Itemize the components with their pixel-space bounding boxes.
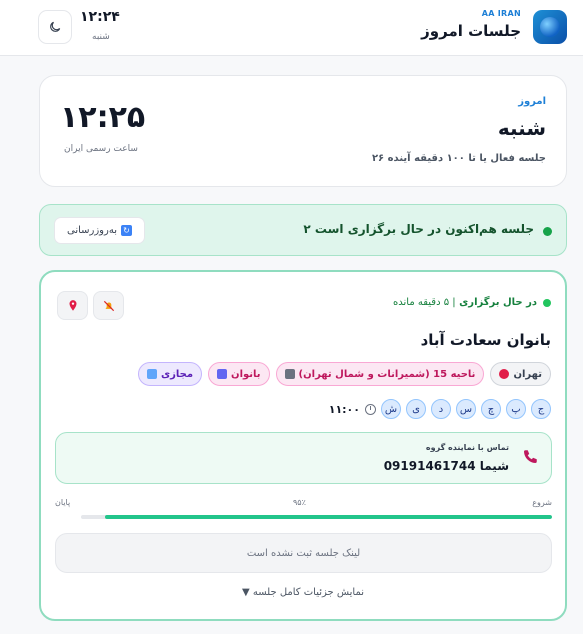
map-pin-icon bbox=[69, 300, 77, 311]
status-dot bbox=[543, 299, 551, 307]
woman-icon bbox=[217, 369, 228, 379]
remaining-time: | ۵ دقیقه مانده bbox=[393, 297, 456, 308]
today-label: امروز bbox=[518, 96, 546, 107]
theme-toggle-button[interactable] bbox=[38, 10, 72, 44]
status-badge: در حال برگزاری | ۵ دقیقه مانده bbox=[393, 297, 537, 308]
schedule-row: ۱۱:۰۰ ش ی د س چ پ ج bbox=[326, 399, 551, 419]
brand-small: AA IRAN bbox=[481, 9, 521, 18]
pin-icon bbox=[499, 369, 510, 379]
contact-label: تماس با نماینده گروه bbox=[425, 443, 509, 452]
today-day: شنبه bbox=[497, 116, 546, 140]
session-title: بانوان سعادت آباد bbox=[420, 331, 551, 349]
day-chip: چ bbox=[481, 399, 501, 419]
tag-women: بانوان bbox=[208, 362, 270, 386]
tag-region: ناحیه 15 (شمیرانات و شمال تهران) bbox=[275, 362, 485, 386]
session-card: در حال برگزاری | ۵ دقیقه مانده بانوان سع… bbox=[39, 270, 567, 621]
top-bar: AA IRAN جلسات امروز ۱۲:۲۴ شنبه bbox=[0, 0, 583, 56]
laptop-icon bbox=[146, 369, 157, 379]
session-tags: مجازی بانوان ناحیه 15 (شمیرانات و شمال ت… bbox=[137, 362, 551, 386]
day-chip: د bbox=[431, 399, 451, 419]
live-text: ۲ جلسه هم‌اکنون در حال برگزاری است bbox=[303, 222, 534, 236]
tag-virtual: مجازی bbox=[137, 362, 203, 386]
day-chip: ج bbox=[531, 399, 551, 419]
region-icon bbox=[284, 369, 295, 379]
session-count: ۲۶ جلسه فعال یا تا ۱۰۰ دقیقه آینده bbox=[371, 153, 546, 164]
progress-fill bbox=[104, 515, 552, 519]
clock-icon bbox=[365, 403, 376, 415]
tag-city: تهران bbox=[490, 362, 551, 386]
moon-icon bbox=[50, 21, 61, 32]
progress-labels: شروع ۹۵٪ پایان bbox=[55, 498, 552, 510]
big-clock: ۱۲:۲۵ bbox=[60, 100, 146, 135]
progress-track bbox=[81, 515, 552, 519]
status-label: در حال برگزاری bbox=[459, 297, 537, 308]
live-dot bbox=[543, 227, 552, 236]
globe-icon bbox=[540, 17, 560, 37]
show-details-toggle[interactable]: ▼ نمایش جزئیات کامل جلسه bbox=[41, 587, 565, 598]
tag-women-label: بانوان bbox=[231, 368, 261, 380]
app-logo bbox=[533, 10, 567, 44]
page-title: جلسات امروز bbox=[421, 22, 521, 40]
day-chip: پ bbox=[506, 399, 526, 419]
refresh-button[interactable]: به‌روزرسانی ↻ bbox=[54, 217, 145, 244]
header-clock: ۱۲:۲۴ bbox=[80, 9, 120, 25]
tag-region-label: ناحیه 15 (شمیرانات و شمال تهران) bbox=[298, 368, 476, 380]
contact-box[interactable]: تماس با نماینده گروه شیما 09191461744 bbox=[55, 432, 552, 484]
tag-virtual-label: مجازی bbox=[160, 368, 194, 380]
refresh-label: به‌روزرسانی bbox=[66, 225, 117, 236]
phone-icon bbox=[524, 450, 537, 463]
bell-off-icon bbox=[103, 300, 115, 312]
session-time: ۱۱:۰۰ bbox=[328, 402, 360, 416]
mute-notification-button[interactable] bbox=[93, 291, 124, 320]
progress-start-label: شروع bbox=[532, 498, 552, 507]
progress-end-label: پایان bbox=[55, 498, 71, 507]
header-day: شنبه bbox=[92, 32, 110, 42]
tag-city-label: تهران bbox=[513, 368, 542, 380]
meeting-link-box: لینک جلسه ثبت نشده است bbox=[55, 533, 552, 573]
live-sessions-banner: ۲ جلسه هم‌اکنون در حال برگزاری است به‌رو… bbox=[39, 204, 567, 256]
today-card: امروز شنبه ۲۶ جلسه فعال یا تا ۱۰۰ دقیقه … bbox=[39, 75, 567, 187]
contact-value: شیما 09191461744 bbox=[383, 459, 509, 473]
day-chip: ی bbox=[406, 399, 426, 419]
clock-subtitle: ساعت رسمی ایران bbox=[64, 144, 138, 154]
day-chip: س bbox=[456, 399, 476, 419]
day-chip: ش bbox=[381, 399, 401, 419]
location-button[interactable] bbox=[57, 291, 88, 320]
progress-percent: ۹۵٪ bbox=[293, 498, 306, 507]
refresh-icon: ↻ bbox=[121, 225, 132, 236]
